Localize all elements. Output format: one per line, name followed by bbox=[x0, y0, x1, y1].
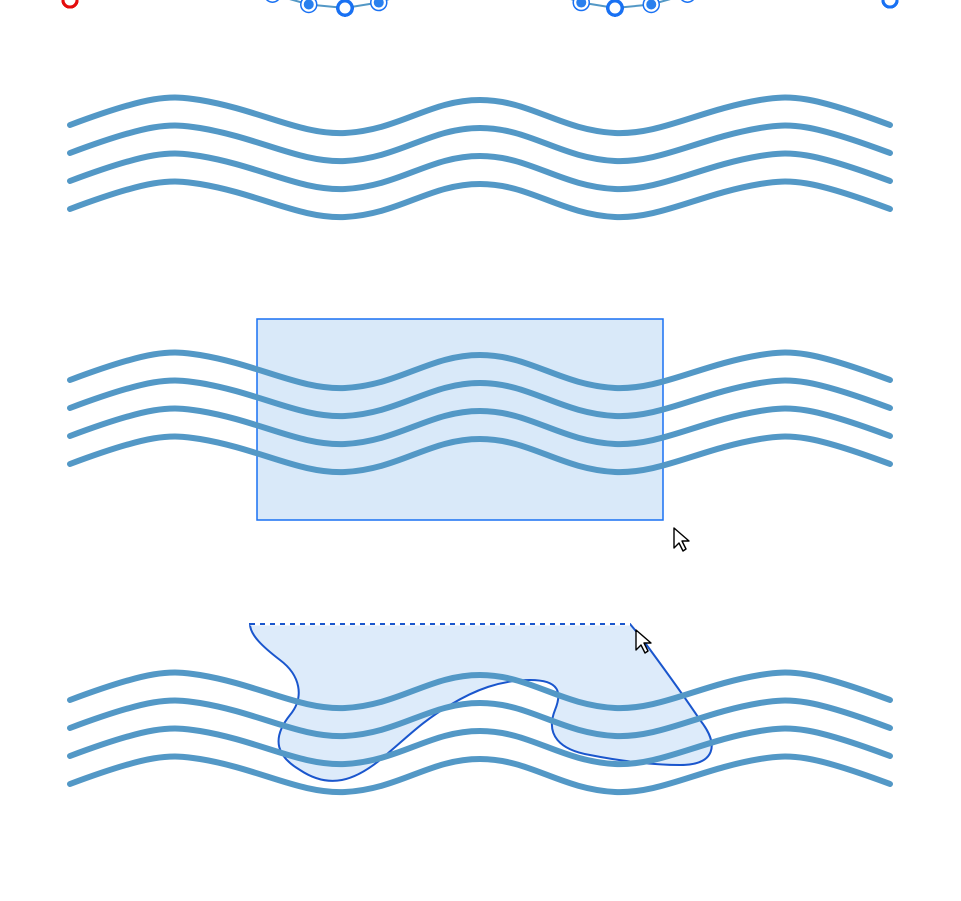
handle-polyline bbox=[200, 0, 760, 8]
anchor-unselected[interactable] bbox=[338, 1, 352, 15]
anchor-ring[interactable] bbox=[680, 0, 696, 2]
path-end-anchor[interactable] bbox=[883, 0, 897, 7]
path-start-anchor[interactable] bbox=[63, 0, 77, 7]
panel-B bbox=[63, 0, 897, 551]
wave-path bbox=[70, 182, 890, 218]
selection-rect[interactable] bbox=[257, 319, 663, 520]
diagram-canvas bbox=[0, 0, 961, 901]
wave-path bbox=[70, 757, 890, 793]
anchor-unselected[interactable] bbox=[608, 1, 622, 15]
cursor-icon bbox=[674, 528, 689, 551]
anchor-ring[interactable] bbox=[265, 0, 281, 2]
panel-A bbox=[63, 0, 897, 16]
